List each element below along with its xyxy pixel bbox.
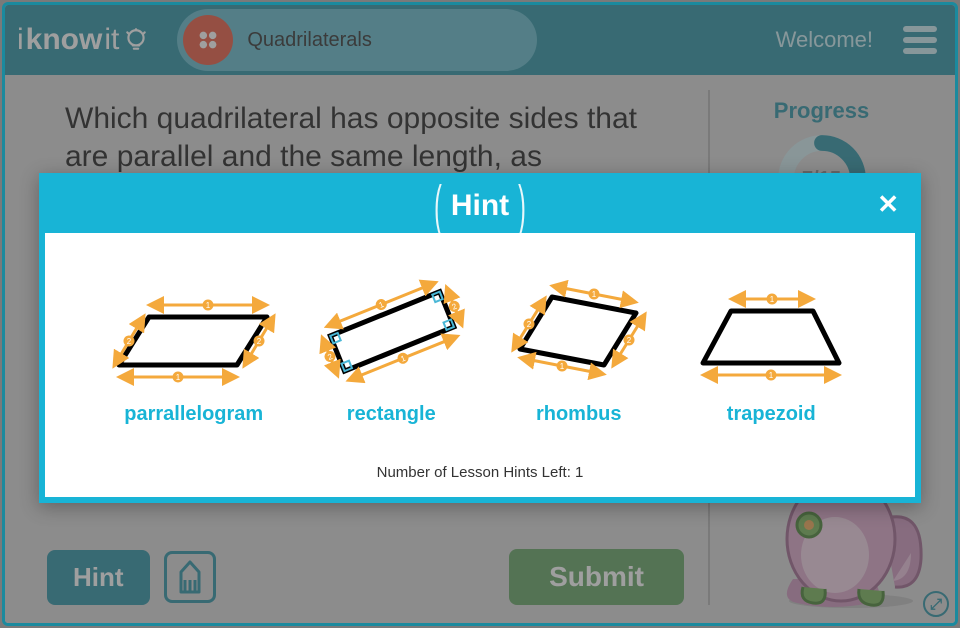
svg-text:1: 1	[176, 373, 181, 382]
svg-text:2: 2	[627, 336, 632, 345]
hint-modal-header: ( Hint ) ✕	[45, 179, 915, 233]
svg-text:1: 1	[206, 301, 211, 310]
hints-left-count: 1	[575, 464, 583, 481]
hint-modal-body: 1 1 2 2 parrallelogram	[45, 233, 915, 446]
shape-label: rhombus	[504, 403, 654, 426]
app-frame: iknowit Quadrilaterals Welcome! Which qu…	[2, 2, 958, 626]
hint-modal-title: Hint	[451, 189, 509, 223]
shape-label: trapezoid	[691, 403, 851, 426]
svg-text:1: 1	[770, 295, 775, 304]
shape-parallelogram: 1 1 2 2 parrallelogram	[109, 293, 279, 426]
hints-left-prefix: Number of Lesson Hints Left:	[377, 464, 575, 481]
hint-modal-footer: Number of Lesson Hints Left: 1	[45, 446, 915, 497]
svg-text:2: 2	[257, 337, 262, 346]
paren-left-icon: (	[434, 174, 442, 239]
shape-label: rectangle	[316, 403, 466, 426]
hint-modal: ( Hint ) ✕ 1 1 2	[39, 173, 921, 503]
shape-label: parrallelogram	[109, 403, 279, 426]
svg-text:1: 1	[560, 362, 565, 371]
svg-text:2: 2	[127, 337, 132, 346]
svg-text:1: 1	[592, 290, 597, 299]
paren-right-icon: )	[518, 174, 526, 239]
close-icon[interactable]: ✕	[877, 189, 899, 220]
shape-trapezoid: 1 1 trapezoid	[691, 289, 851, 426]
shape-rectangle: 1 1 2 2 rectangle	[316, 279, 466, 426]
svg-text:2: 2	[527, 320, 532, 329]
shape-rhombus: 1 1 2 2 rhombus	[504, 279, 654, 426]
svg-text:1: 1	[769, 371, 774, 380]
